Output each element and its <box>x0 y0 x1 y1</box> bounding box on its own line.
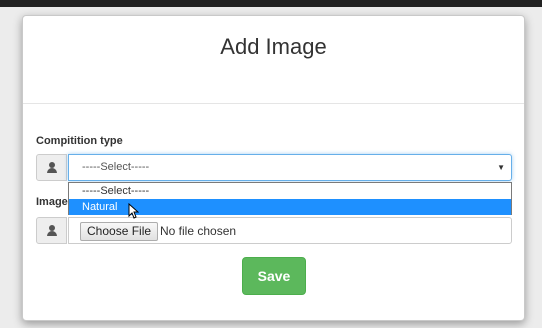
browser-top-bar <box>0 0 542 7</box>
mouse-cursor-icon <box>128 203 139 219</box>
user-icon <box>46 225 58 237</box>
dropdown-option-highlighted[interactable]: Natural <box>69 199 511 219</box>
save-button[interactable]: Save <box>242 257 306 295</box>
chevron-down-icon: ▼ <box>497 163 505 172</box>
modal-header: Add Image <box>23 16 524 104</box>
image-addon <box>36 217 67 244</box>
add-image-modal: Add Image Compitition type -----Select--… <box>22 15 525 321</box>
competition-type-dropdown: -----Select----- Natural <box>68 182 512 219</box>
file-status: No file chosen <box>160 224 237 238</box>
user-icon <box>46 162 58 174</box>
dropdown-option[interactable]: -----Select----- <box>69 183 511 199</box>
modal-title: Add Image <box>220 34 327 59</box>
competition-addon <box>36 154 67 181</box>
dropdown-option-label: Natural <box>82 201 118 213</box>
competition-type-label: Compitition type <box>36 135 123 147</box>
choose-file-button[interactable]: Choose File <box>80 222 159 241</box>
image-file-input: Choose File No file chosen <box>68 217 512 244</box>
selected-value: -----Select----- <box>82 161 150 173</box>
image-label: Image <box>36 196 68 208</box>
competition-type-select[interactable]: -----Select----- ▼ <box>68 154 512 181</box>
